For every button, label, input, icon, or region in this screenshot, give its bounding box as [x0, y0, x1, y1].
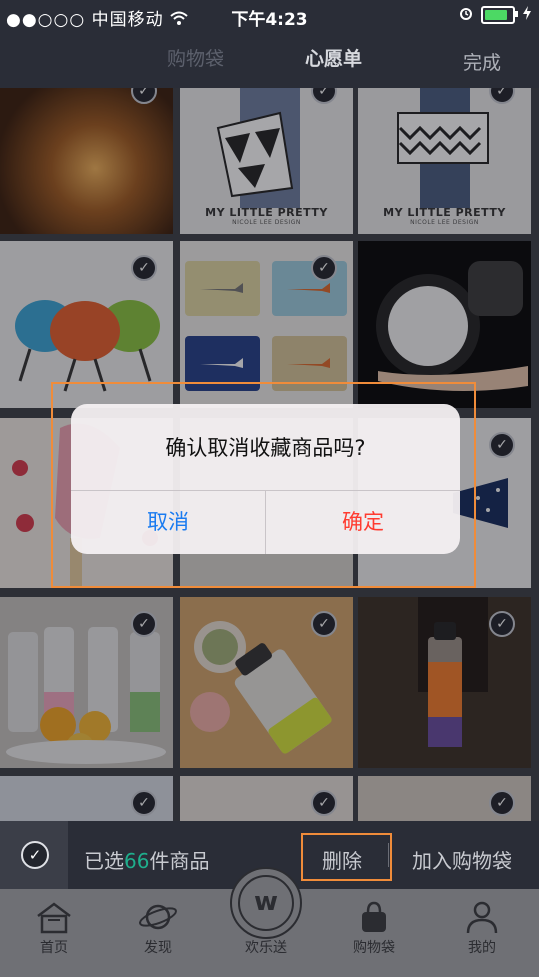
tabbar-label: 首页	[40, 940, 68, 956]
home-icon	[0, 899, 108, 935]
selected-prefix: 已选	[84, 849, 124, 873]
done-button[interactable]: 完成	[463, 48, 501, 75]
add-to-bag-button[interactable]: 加入购物袋	[412, 845, 512, 874]
tabbar-item-home[interactable]: 首页	[0, 889, 108, 957]
tabbar-item-discover[interactable]: 发现	[104, 889, 212, 957]
status-bar: ●●○○○ 中国移动 下午4:23	[0, 0, 539, 30]
tab-wishlist[interactable]: 心愿单	[305, 44, 362, 71]
charging-icon	[523, 5, 531, 25]
tabbar-label: 欢乐送	[245, 940, 287, 956]
status-right	[459, 5, 531, 25]
w-logo-icon[interactable]: w	[230, 867, 302, 939]
confirm-dialog: 确认取消收藏商品吗? 取消 确定	[71, 404, 460, 554]
select-all-cell[interactable]: ✓	[0, 821, 68, 889]
nav-bar: 购物袋 心愿单 完成	[0, 30, 539, 88]
dialog-cancel-button[interactable]: 取消	[71, 491, 265, 554]
dialog-message: 确认取消收藏商品吗?	[165, 436, 366, 460]
battery-icon	[481, 6, 518, 24]
alarm-icon	[459, 5, 473, 25]
selected-count-text: 已选66件商品	[84, 845, 209, 874]
w-logo-glyph: w	[253, 887, 279, 917]
tab-shopping-bag[interactable]: 购物袋	[167, 44, 224, 71]
action-separator	[388, 843, 389, 867]
tabbar-label: 发现	[144, 940, 172, 956]
dialog-confirm-button[interactable]: 确定	[266, 491, 460, 554]
bag-icon	[320, 899, 428, 935]
selected-suffix: 件商品	[149, 849, 210, 873]
select-all-check-icon[interactable]: ✓	[21, 841, 49, 869]
planet-icon	[104, 899, 212, 935]
person-icon	[428, 899, 536, 935]
w-logo-inner: w	[238, 875, 294, 931]
delete-button[interactable]: 删除	[322, 845, 362, 874]
tabbar-item-bag[interactable]: 购物袋	[320, 889, 428, 957]
tabbar-label: 购物袋	[353, 940, 395, 956]
tabbar-label: 我的	[468, 940, 496, 956]
tabbar-item-me[interactable]: 我的	[428, 889, 536, 957]
selected-count: 66	[124, 849, 150, 873]
